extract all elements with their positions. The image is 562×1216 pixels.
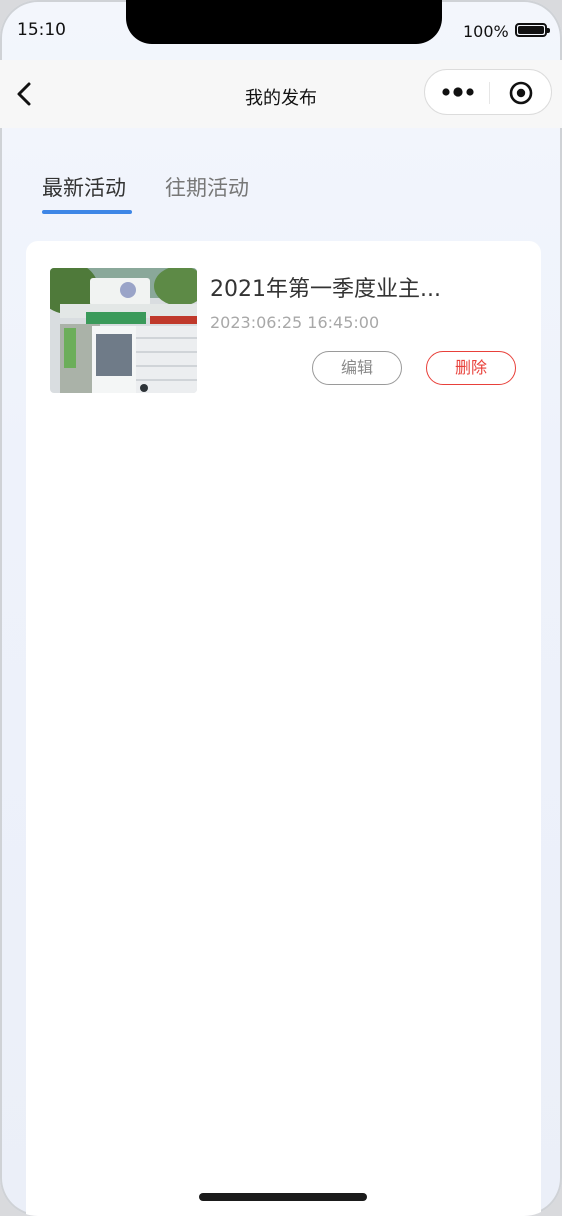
tab-past-activities[interactable]: 往期活动	[165, 172, 249, 202]
active-tab-indicator	[42, 210, 132, 214]
activity-title[interactable]: 2021年第一季度业主...	[210, 271, 510, 303]
capsule-divider	[489, 82, 490, 104]
status-time: 15:10	[17, 20, 66, 40]
edit-button[interactable]: 编辑	[312, 351, 402, 385]
close-target-icon[interactable]	[509, 81, 533, 105]
activity-date: 2023:06:25 16:45:00	[210, 313, 380, 332]
more-dots-icon[interactable]	[441, 84, 475, 100]
activity-thumbnail[interactable]	[50, 268, 197, 393]
camera-notch	[126, 0, 442, 44]
battery-icon	[515, 23, 550, 37]
miniprogram-capsule	[424, 69, 552, 115]
battery-percentage: 100%	[463, 22, 509, 41]
tab-latest-activities[interactable]: 最新活动	[42, 172, 126, 202]
delete-button[interactable]: 删除	[426, 351, 516, 385]
phone-screen: 15:10 100% 我的发布 最新活动 往期活动 2021年第一季度业主...…	[0, 0, 562, 1216]
kiosk-photo-image	[50, 268, 197, 393]
home-indicator[interactable]	[199, 1193, 367, 1201]
activity-list-card: 2021年第一季度业主... 2023:06:25 16:45:00 编辑 删除	[26, 241, 541, 1216]
navigation-bar: 我的发布	[0, 60, 562, 128]
